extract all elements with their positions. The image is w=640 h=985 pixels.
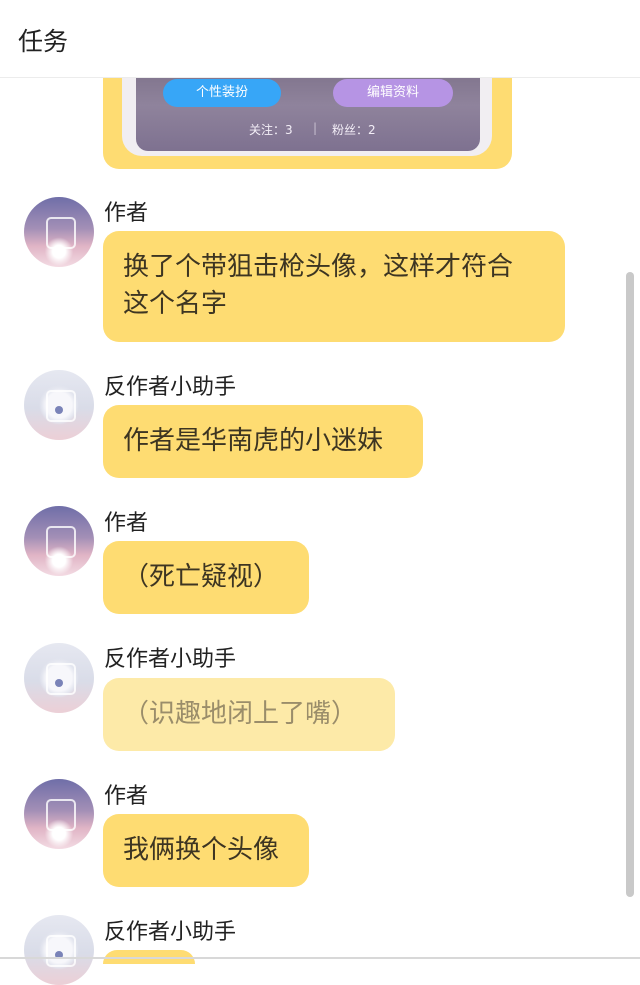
fans-count: 粉丝：2	[332, 123, 376, 137]
message-text: 作者是华南虎的小迷妹	[123, 426, 384, 456]
stats-separator: |	[313, 121, 318, 135]
message-text: （识趣地闭上了嘴）	[123, 699, 358, 729]
message-bubble[interactable]: 换了个带狙击枪头像，这样才符合 这个名字	[103, 231, 565, 342]
message-text: （死亡疑视）	[123, 562, 280, 592]
bottom-divider	[0, 957, 640, 959]
sender-name: 反作者小助手	[104, 647, 237, 672]
sender-name: 作者	[104, 511, 149, 536]
edit-profile-button: 编辑资料	[333, 79, 453, 107]
message-bubble[interactable]: （死亡疑视）	[103, 541, 309, 614]
message-text: 换了个带狙击枪头像，这样才符合 这个名字	[123, 252, 514, 319]
sender-name: 反作者小助手	[104, 920, 237, 945]
page-title: 任务	[18, 27, 69, 56]
ice-cube-icon	[46, 217, 76, 249]
avatar[interactable]	[24, 197, 94, 267]
ice-cube-icon	[46, 799, 76, 831]
sender-name: 作者	[104, 201, 149, 226]
message-bubble[interactable]: 我俩换个头像	[103, 814, 309, 887]
message-bubble[interactable]: 作者是华南虎的小迷妹	[103, 405, 423, 478]
top-bar: 任务	[0, 0, 640, 78]
figure-icon	[55, 679, 63, 687]
figure-icon	[55, 406, 63, 414]
following-count: 关注：3	[249, 123, 293, 137]
avatar[interactable]	[24, 506, 94, 576]
personal-style-button: 个性装扮	[163, 79, 281, 107]
message-text: 我俩换个头像	[123, 835, 280, 865]
sender-name: 反作者小助手	[104, 375, 237, 400]
sender-name: 作者	[104, 784, 149, 809]
message-bubble[interactable]: （识趣地闭上了嘴）	[103, 678, 395, 751]
avatar[interactable]	[24, 779, 94, 849]
avatar[interactable]	[24, 370, 94, 440]
avatar[interactable]	[24, 915, 94, 985]
avatar[interactable]	[24, 643, 94, 713]
scrollbar[interactable]	[626, 272, 634, 897]
ice-cube-icon	[46, 526, 76, 558]
